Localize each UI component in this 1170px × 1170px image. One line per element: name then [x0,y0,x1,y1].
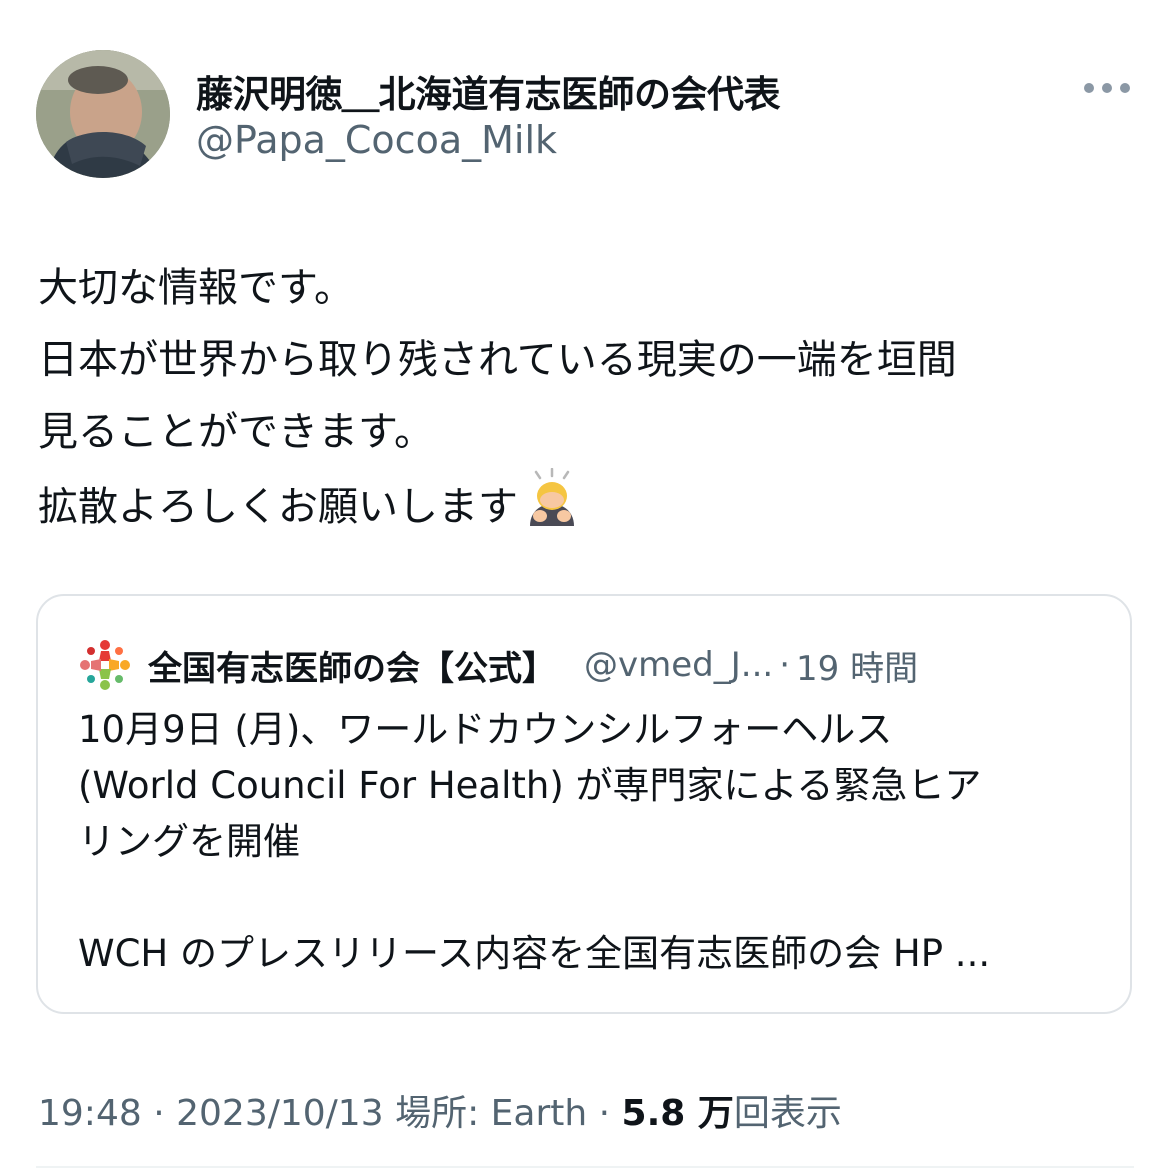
quoted-line: 10月9日 (月)、ワールドカウンシルフォーヘルス [78,708,893,751]
quoted-tweet-header: 全国有志医師の会【公式】 @vmed_J... · 19 時間 [76,636,918,694]
tweet-text: 大切な情報です。 日本が世界から取り残されている現実の一端を垣間 見ることができ… [38,252,957,540]
organization-logo-icon [76,636,134,694]
tweet-line: 日本が世界から取り残されている現実の一端を垣間 [38,337,957,383]
tweet-line: 大切な情報です。 [38,265,354,311]
author-name[interactable]: 藤沢明徳＿北海道有志医師の会代表 [196,64,781,118]
tweet-line: 見ることができます。 [38,409,434,455]
meta-separator: · [153,1093,165,1134]
quoted-author-name[interactable]: 全国有志医師の会【公式】 [148,641,556,690]
quoted-line: リングを開催 [78,820,300,863]
tweet-line-text: 拡散よろしくお願いします [38,484,518,530]
person-bowing-emoji-icon [522,467,582,553]
quoted-separator: · [779,645,791,685]
author-handle[interactable]: @Papa_Cocoa_Milk [196,118,557,162]
tweet-time[interactable]: 19:48 [38,1093,142,1134]
tweet-location: 場所: Earth [395,1093,588,1134]
tweet-line: 拡散よろしくお願いします [38,467,957,540]
divider [36,1166,1134,1168]
meta-separator: · [598,1093,611,1134]
tweet-metadata: 19:48 · 2023/10/13 場所: Earth · 5.8 万回表示 [38,1084,842,1136]
quoted-line: WCH のプレスリリース内容を全国有志医師の会 HP ... [78,932,991,975]
more-horizontal-icon[interactable] [1084,80,1130,96]
quoted-blank-line [78,870,990,926]
tweet-date[interactable]: 2023/10/13 [176,1093,384,1134]
avatar[interactable] [36,50,170,178]
quoted-line: (World Council For Health) が専門家による緊急ヒア [78,764,982,807]
quoted-tweet-card[interactable]: 全国有志医師の会【公式】 @vmed_J... · 19 時間 10月9日 (月… [36,594,1132,1014]
views-label: 回表示 [733,1093,842,1134]
quoted-tweet-text: 10月9日 (月)、ワールドカウンシルフォーヘルス (World Council… [78,702,990,982]
quoted-timestamp[interactable]: 19 時間 [796,641,918,690]
views-count: 5.8 万 [621,1093,734,1134]
quoted-author-handle[interactable]: @vmed_J... [584,645,773,685]
